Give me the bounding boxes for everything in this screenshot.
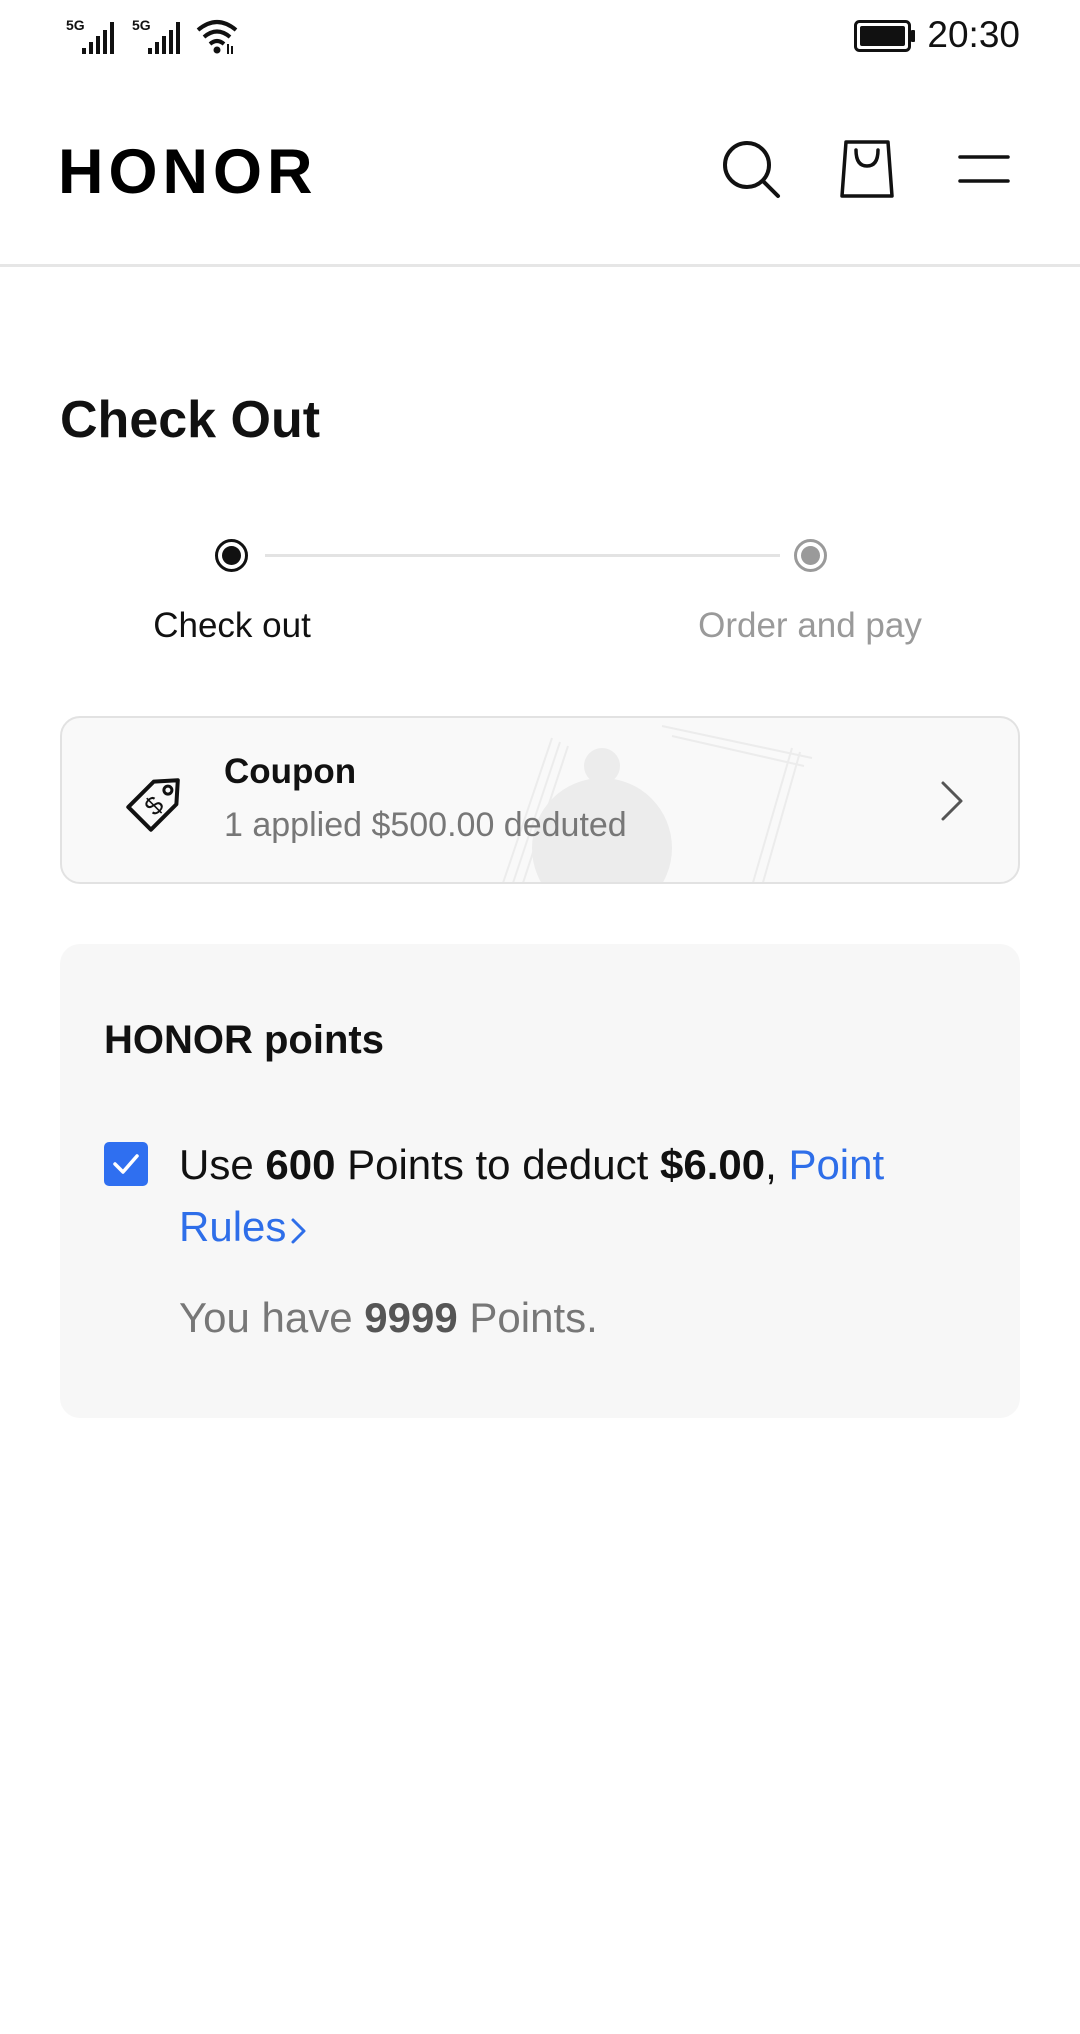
points-title: HONOR points bbox=[104, 1018, 384, 1062]
points-card: HONOR points Use 600 Points to deduct $6… bbox=[60, 944, 1020, 1418]
step-label-checkout: Check out bbox=[153, 606, 311, 645]
coupon-title: Coupon bbox=[224, 752, 357, 791]
price-tag-icon: $ bbox=[126, 778, 180, 832]
signal-icon: 5G bbox=[132, 17, 180, 54]
coupon-background-decoration bbox=[502, 725, 813, 882]
use-points-checkbox[interactable] bbox=[104, 1142, 148, 1186]
battery-icon bbox=[854, 20, 915, 52]
signal-icon: 5G bbox=[66, 17, 114, 54]
points-text-mid: Points to deduct bbox=[335, 1141, 660, 1188]
chevron-right-icon[interactable] bbox=[940, 780, 964, 822]
step-dot-active bbox=[215, 539, 248, 572]
signal-label: 5G bbox=[132, 17, 151, 33]
points-text-prefix: Use bbox=[179, 1141, 266, 1188]
coupon-card[interactable]: $ Coupon 1 applied $500.00 deduted bbox=[60, 716, 1020, 884]
status-time: 20:30 bbox=[927, 14, 1020, 55]
signal-label: 5G bbox=[66, 17, 85, 33]
points-used-value: 600 bbox=[265, 1141, 336, 1188]
step-dot-inactive bbox=[794, 539, 827, 572]
chevron-right-icon bbox=[291, 1218, 306, 1244]
balance-prefix: You have bbox=[179, 1294, 365, 1341]
page-title: Check Out bbox=[60, 391, 321, 449]
points-text-comma: , bbox=[765, 1141, 789, 1188]
app-header: HONOR bbox=[0, 72, 1080, 267]
menu-icon[interactable] bbox=[958, 154, 1010, 184]
shopping-bag-icon[interactable] bbox=[838, 138, 896, 200]
search-icon[interactable] bbox=[720, 138, 782, 200]
step-label-order-pay: Order and pay bbox=[698, 606, 922, 645]
coupon-applied-text: 1 applied $500.00 deduted bbox=[224, 806, 627, 844]
deduct-amount: $6.00 bbox=[659, 1141, 766, 1188]
use-points-text: Use 600 Points to deduct $6.00, Point Ru… bbox=[179, 1134, 979, 1258]
balance-suffix: Points. bbox=[457, 1294, 598, 1341]
checkmark-icon bbox=[113, 1154, 139, 1174]
wifi-icon bbox=[196, 20, 238, 54]
stepper-connector bbox=[265, 554, 780, 557]
points-balance-text: You have 9999 Points. bbox=[179, 1294, 598, 1342]
status-bar: 5G 5G 20:30 bbox=[0, 0, 1080, 72]
brand-logo[interactable]: HONOR bbox=[58, 136, 318, 208]
points-balance-value: 9999 bbox=[364, 1294, 458, 1341]
